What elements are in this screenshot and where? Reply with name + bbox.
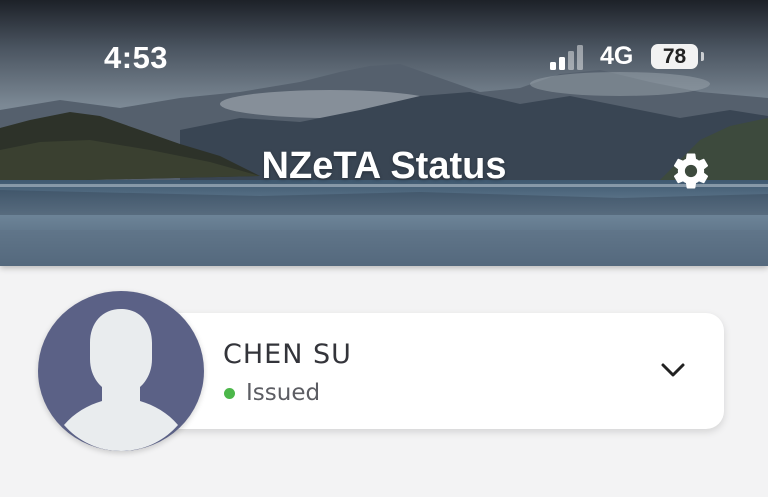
avatar (38, 291, 204, 451)
applicant-name: CHEN SU (223, 339, 352, 370)
battery-tip (701, 52, 704, 61)
header-banner: 4:53 4G 78 NZeTA Status (0, 0, 768, 266)
cellular-signal-icon (550, 45, 583, 70)
applicant-card[interactable]: CHEN SU Issued (150, 313, 724, 429)
status-row: Issued (224, 380, 320, 406)
battery-icon: 78 (651, 44, 698, 69)
chevron-down-icon[interactable] (660, 360, 686, 380)
status-label: Issued (246, 380, 321, 406)
clock: 4:53 (104, 40, 169, 75)
page-title: NZeTA Status (261, 145, 507, 187)
person-silhouette-icon (64, 309, 178, 451)
status-indicator-dot (224, 387, 235, 399)
battery-level: 78 (662, 45, 687, 68)
network-type: 4G (600, 42, 634, 70)
status-bar: 4:53 4G 78 (0, 0, 768, 110)
gear-icon[interactable] (670, 150, 712, 192)
